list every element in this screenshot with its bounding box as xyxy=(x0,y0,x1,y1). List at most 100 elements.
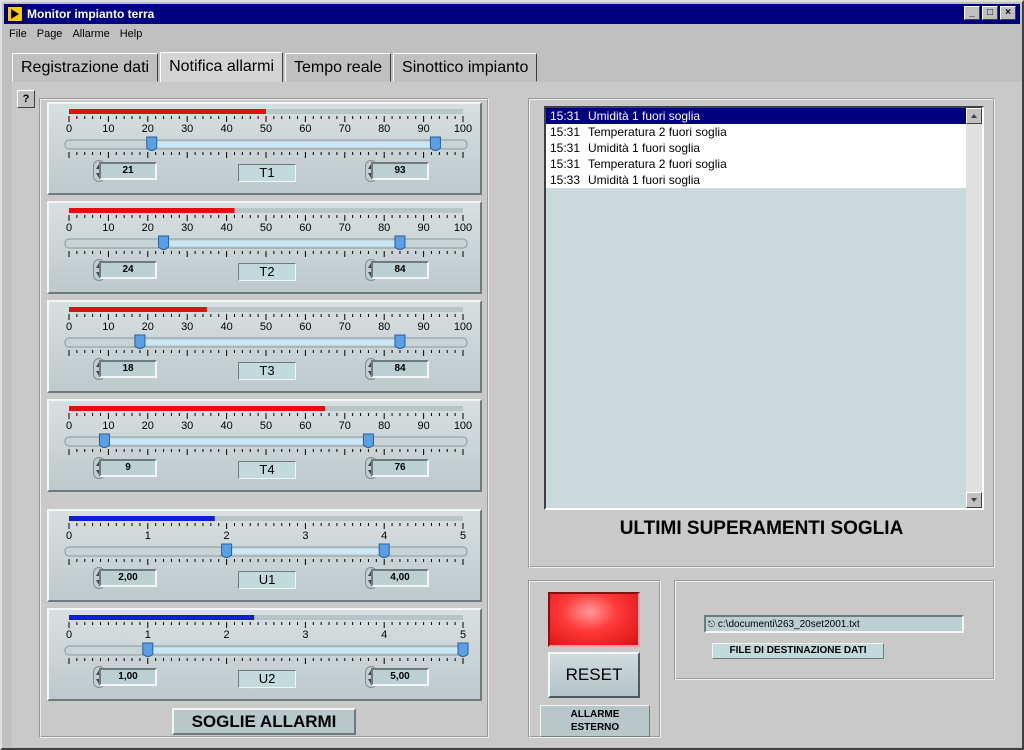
file-path-value: c:\documenti\263_20set2001.txt xyxy=(717,619,860,630)
reset-button[interactable]: RESET xyxy=(548,652,640,698)
log-title: ULTIMI SUPERAMENTI SOGLIA xyxy=(619,518,904,539)
menu-help[interactable]: Help xyxy=(115,26,148,44)
tick-label: 80 xyxy=(378,420,390,432)
slider-thumb-high[interactable] xyxy=(378,543,390,558)
log-message: Umidità 1 fuori soglia xyxy=(588,141,701,155)
threshold-range xyxy=(163,241,400,246)
menu-file[interactable]: File xyxy=(4,26,32,44)
threshold-range xyxy=(139,340,400,345)
tick-label: 5 xyxy=(460,629,466,641)
tick-label: 20 xyxy=(142,321,154,333)
low-threshold-value[interactable]: 18 xyxy=(99,360,157,378)
high-threshold-value[interactable]: 93 xyxy=(371,162,429,180)
log-time: 15:33 xyxy=(550,173,581,187)
slider-thumb-low[interactable] xyxy=(98,433,110,448)
maximize-icon[interactable]: □ xyxy=(982,6,998,20)
high-threshold-value[interactable]: 76 xyxy=(371,459,429,477)
menu-bar: File Page Allarme Help xyxy=(4,26,147,44)
high-threshold-value[interactable]: 84 xyxy=(371,261,429,279)
channel-label-t1: T1 xyxy=(238,164,296,182)
tick-label: 60 xyxy=(299,420,311,432)
channel-label-t4: T4 xyxy=(238,461,296,479)
slider-thumb-low[interactable] xyxy=(146,136,158,151)
tick-label: 40 xyxy=(220,420,232,432)
slider-thumb-high[interactable] xyxy=(429,136,441,151)
channel-label-u1: U1 xyxy=(238,571,296,589)
log-row[interactable]: 15:31 Umidità 1 fuori soglia xyxy=(546,108,966,124)
tick-label: 20 xyxy=(142,420,154,432)
tick-label: 90 xyxy=(417,321,429,333)
tick-label: 90 xyxy=(417,123,429,135)
threshold-range xyxy=(147,648,464,653)
alarm-led xyxy=(548,592,640,647)
tick-label: 100 xyxy=(454,123,472,135)
slider-thumb-high[interactable] xyxy=(394,235,406,250)
high-threshold-value[interactable]: 5,00 xyxy=(371,668,429,686)
tick-label: 3 xyxy=(302,629,308,641)
high-threshold-value[interactable]: 84 xyxy=(371,360,429,378)
tab-registrazione-dati[interactable]: Registrazione dati xyxy=(12,53,159,82)
high-threshold-value[interactable]: 4,00 xyxy=(371,569,429,587)
tick-label: 5 xyxy=(460,530,466,542)
tick-label: 1 xyxy=(145,530,151,542)
title-bar: Monitor impianto terra _ □ × xyxy=(4,4,1020,24)
tick-label: 90 xyxy=(417,222,429,234)
tick-label: 40 xyxy=(220,222,232,234)
tick-label: 70 xyxy=(339,222,351,234)
log-message: Temperatura 2 fuori soglia xyxy=(588,157,727,171)
log-scrollbar[interactable] xyxy=(966,108,982,508)
log-row[interactable]: 15:33 Umidità 1 fuori soglia xyxy=(546,172,966,188)
tick-label: 40 xyxy=(220,321,232,333)
channel-label-t2: T2 xyxy=(238,263,296,281)
allarme-label-line2: ESTERNO xyxy=(570,722,620,733)
log-row[interactable]: 15:31 Temperatura 2 fuori soglia xyxy=(546,124,966,140)
low-threshold-value[interactable]: 21 xyxy=(99,162,157,180)
tick-label: 60 xyxy=(299,222,311,234)
slider-thumb-low[interactable] xyxy=(142,642,154,657)
tick-label: 30 xyxy=(181,123,193,135)
slider-thumb-low[interactable] xyxy=(134,334,146,349)
tick-label: 90 xyxy=(417,420,429,432)
current-value-bar xyxy=(69,615,255,620)
current-value-bar xyxy=(69,208,235,213)
tick-label: 50 xyxy=(260,420,272,432)
tab-sinottico-impianto[interactable]: Sinottico impianto xyxy=(393,53,538,82)
slider-thumb-low[interactable] xyxy=(221,543,233,558)
tick-label: 20 xyxy=(142,123,154,135)
help-button[interactable]: ? xyxy=(17,90,35,108)
low-threshold-value[interactable]: 1,00 xyxy=(99,668,157,686)
tick-label: 50 xyxy=(260,222,272,234)
menu-page[interactable]: Page xyxy=(32,26,68,44)
tick-label: 0 xyxy=(66,629,72,641)
tab-notifica-allarmi[interactable]: Notifica allarmi xyxy=(160,52,283,83)
file-path-field[interactable]: ⎋ c:\documenti\263_20set2001.txt xyxy=(704,615,964,633)
low-threshold-value[interactable]: 24 xyxy=(99,261,157,279)
log-message: Temperatura 2 fuori soglia xyxy=(588,125,727,139)
current-value-bar xyxy=(69,406,326,411)
close-icon[interactable]: × xyxy=(1000,6,1016,20)
current-value-bar xyxy=(69,307,207,312)
slider-panel-t4: 0 10 20 30 40 50 60 70 80 90 100 9 T4 76 xyxy=(47,399,482,492)
low-threshold-value[interactable]: 2,00 xyxy=(99,569,157,587)
log-row[interactable]: 15:31 Umidità 1 fuori soglia xyxy=(546,140,966,156)
window-title: Monitor impianto terra xyxy=(27,7,155,21)
tick-label: 10 xyxy=(102,123,114,135)
soglie-allarmi-label: SOGLIE ALLARMI xyxy=(172,708,356,735)
tick-label: 70 xyxy=(339,321,351,333)
tick-label: 10 xyxy=(102,321,114,333)
minimize-icon[interactable]: _ xyxy=(964,6,980,20)
slider-thumb-low[interactable] xyxy=(158,235,170,250)
scroll-up-icon[interactable] xyxy=(966,108,982,124)
slider-thumb-high[interactable] xyxy=(457,642,469,657)
tick-label: 30 xyxy=(181,222,193,234)
slider-thumb-high[interactable] xyxy=(394,334,406,349)
menu-allarme[interactable]: Allarme xyxy=(67,26,114,44)
threshold-log-list[interactable]: 15:31 Umidità 1 fuori soglia 15:31 Temperat… xyxy=(544,106,984,510)
log-row[interactable]: 15:31 Temperatura 2 fuori soglia xyxy=(546,156,966,172)
tick-label: 80 xyxy=(378,321,390,333)
tab-tempo-reale[interactable]: Tempo reale xyxy=(285,53,392,82)
tick-label: 30 xyxy=(181,321,193,333)
scroll-down-icon[interactable] xyxy=(966,492,982,508)
slider-thumb-high[interactable] xyxy=(362,433,374,448)
low-threshold-value[interactable]: 9 xyxy=(99,459,157,477)
